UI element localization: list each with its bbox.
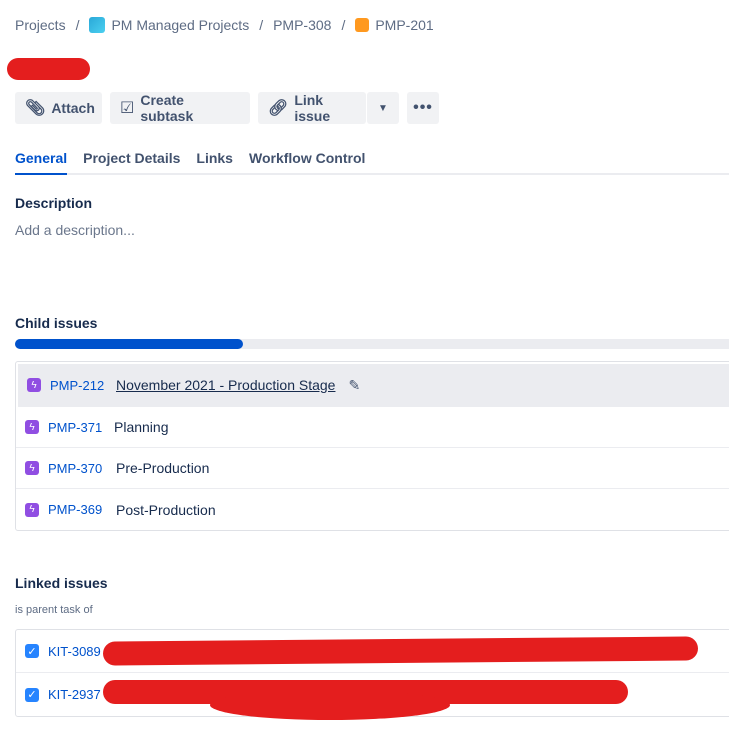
breadcrumb-issue[interactable]: PMP-201: [375, 17, 433, 33]
tab-general[interactable]: General: [15, 150, 68, 175]
child-progress-bar: [15, 339, 729, 349]
subtask-icon: ☑: [120, 100, 135, 117]
tab-workflow-control[interactable]: Workflow Control: [249, 150, 365, 173]
paperclip-icon: 📎︎: [25, 100, 46, 117]
issue-summary[interactable]: Planning: [114, 419, 169, 435]
more-actions-button[interactable]: •••: [407, 92, 439, 124]
description-input[interactable]: Add a description...: [15, 222, 135, 238]
child-issues-list: ϟ PMP-212 November 2021 - Production Stage…: [15, 361, 729, 531]
chevron-down-icon: ▼: [378, 102, 388, 114]
child-issues-heading: Child issues: [15, 315, 98, 331]
issue-key[interactable]: PMP-212: [50, 378, 116, 393]
list-item[interactable]: ϟ PMP-369 Post-Production: [16, 489, 729, 530]
idea-icon: [355, 18, 370, 32]
issue-key[interactable]: PMP-370: [48, 461, 116, 476]
list-item[interactable]: ϟ PMP-370 Pre-Production: [16, 448, 729, 489]
child-progress-fill: [15, 339, 244, 349]
subtask-type-icon: ϟ: [25, 461, 39, 475]
link-issue-button[interactable]: 🔗︎ Link issue: [258, 92, 366, 124]
subtask-type-icon: ϟ: [27, 378, 41, 392]
project-icon: [89, 17, 106, 33]
linked-issues-heading: Linked issues: [15, 575, 108, 591]
link-options-dropdown[interactable]: ▼: [367, 92, 399, 124]
link-relation-label: is parent task of: [15, 604, 93, 616]
subtask-type-icon: ϟ: [25, 502, 39, 517]
task-checkbox-icon: ✓: [25, 644, 39, 658]
description-heading: Description: [15, 195, 93, 211]
redacted-summary: [210, 690, 450, 720]
breadcrumb-project[interactable]: PM Managed Projects: [111, 17, 249, 33]
issue-key[interactable]: PMP-369: [48, 502, 116, 517]
pencil-icon[interactable]: ✎: [348, 377, 360, 394]
issue-summary[interactable]: Pre-Production: [116, 460, 209, 476]
link-icon: 🔗︎: [268, 100, 289, 117]
more-icon: •••: [413, 99, 433, 116]
subtask-type-icon: ϟ: [25, 420, 39, 434]
tab-links[interactable]: Links: [196, 150, 233, 173]
breadcrumb-projects[interactable]: Projects: [15, 17, 66, 33]
breadcrumb: Projects / PM Managed Projects / PMP-308/ …: [15, 17, 434, 33]
issue-summary[interactable]: November 2021 - Production Stage: [116, 377, 335, 393]
tab-bar: General Project Details Links Workflow C…: [15, 150, 729, 175]
list-item[interactable]: ϟ PMP-212 November 2021 - Production Stage…: [18, 364, 729, 407]
create-subtask-button[interactable]: ☑ Create subtask: [110, 92, 250, 124]
issue-key[interactable]: PMP-371: [48, 420, 114, 435]
attach-button[interactable]: 📎︎ Attach: [15, 92, 102, 124]
breadcrumb-parent[interactable]: PMP-308: [273, 17, 331, 33]
redacted-title: [7, 58, 90, 80]
task-checkbox-icon: ✓: [25, 687, 39, 702]
tab-project-details[interactable]: Project Details: [83, 150, 180, 173]
list-item[interactable]: ϟ PMP-371 Planning: [16, 407, 729, 448]
issue-summary[interactable]: Post-Production: [116, 502, 216, 518]
